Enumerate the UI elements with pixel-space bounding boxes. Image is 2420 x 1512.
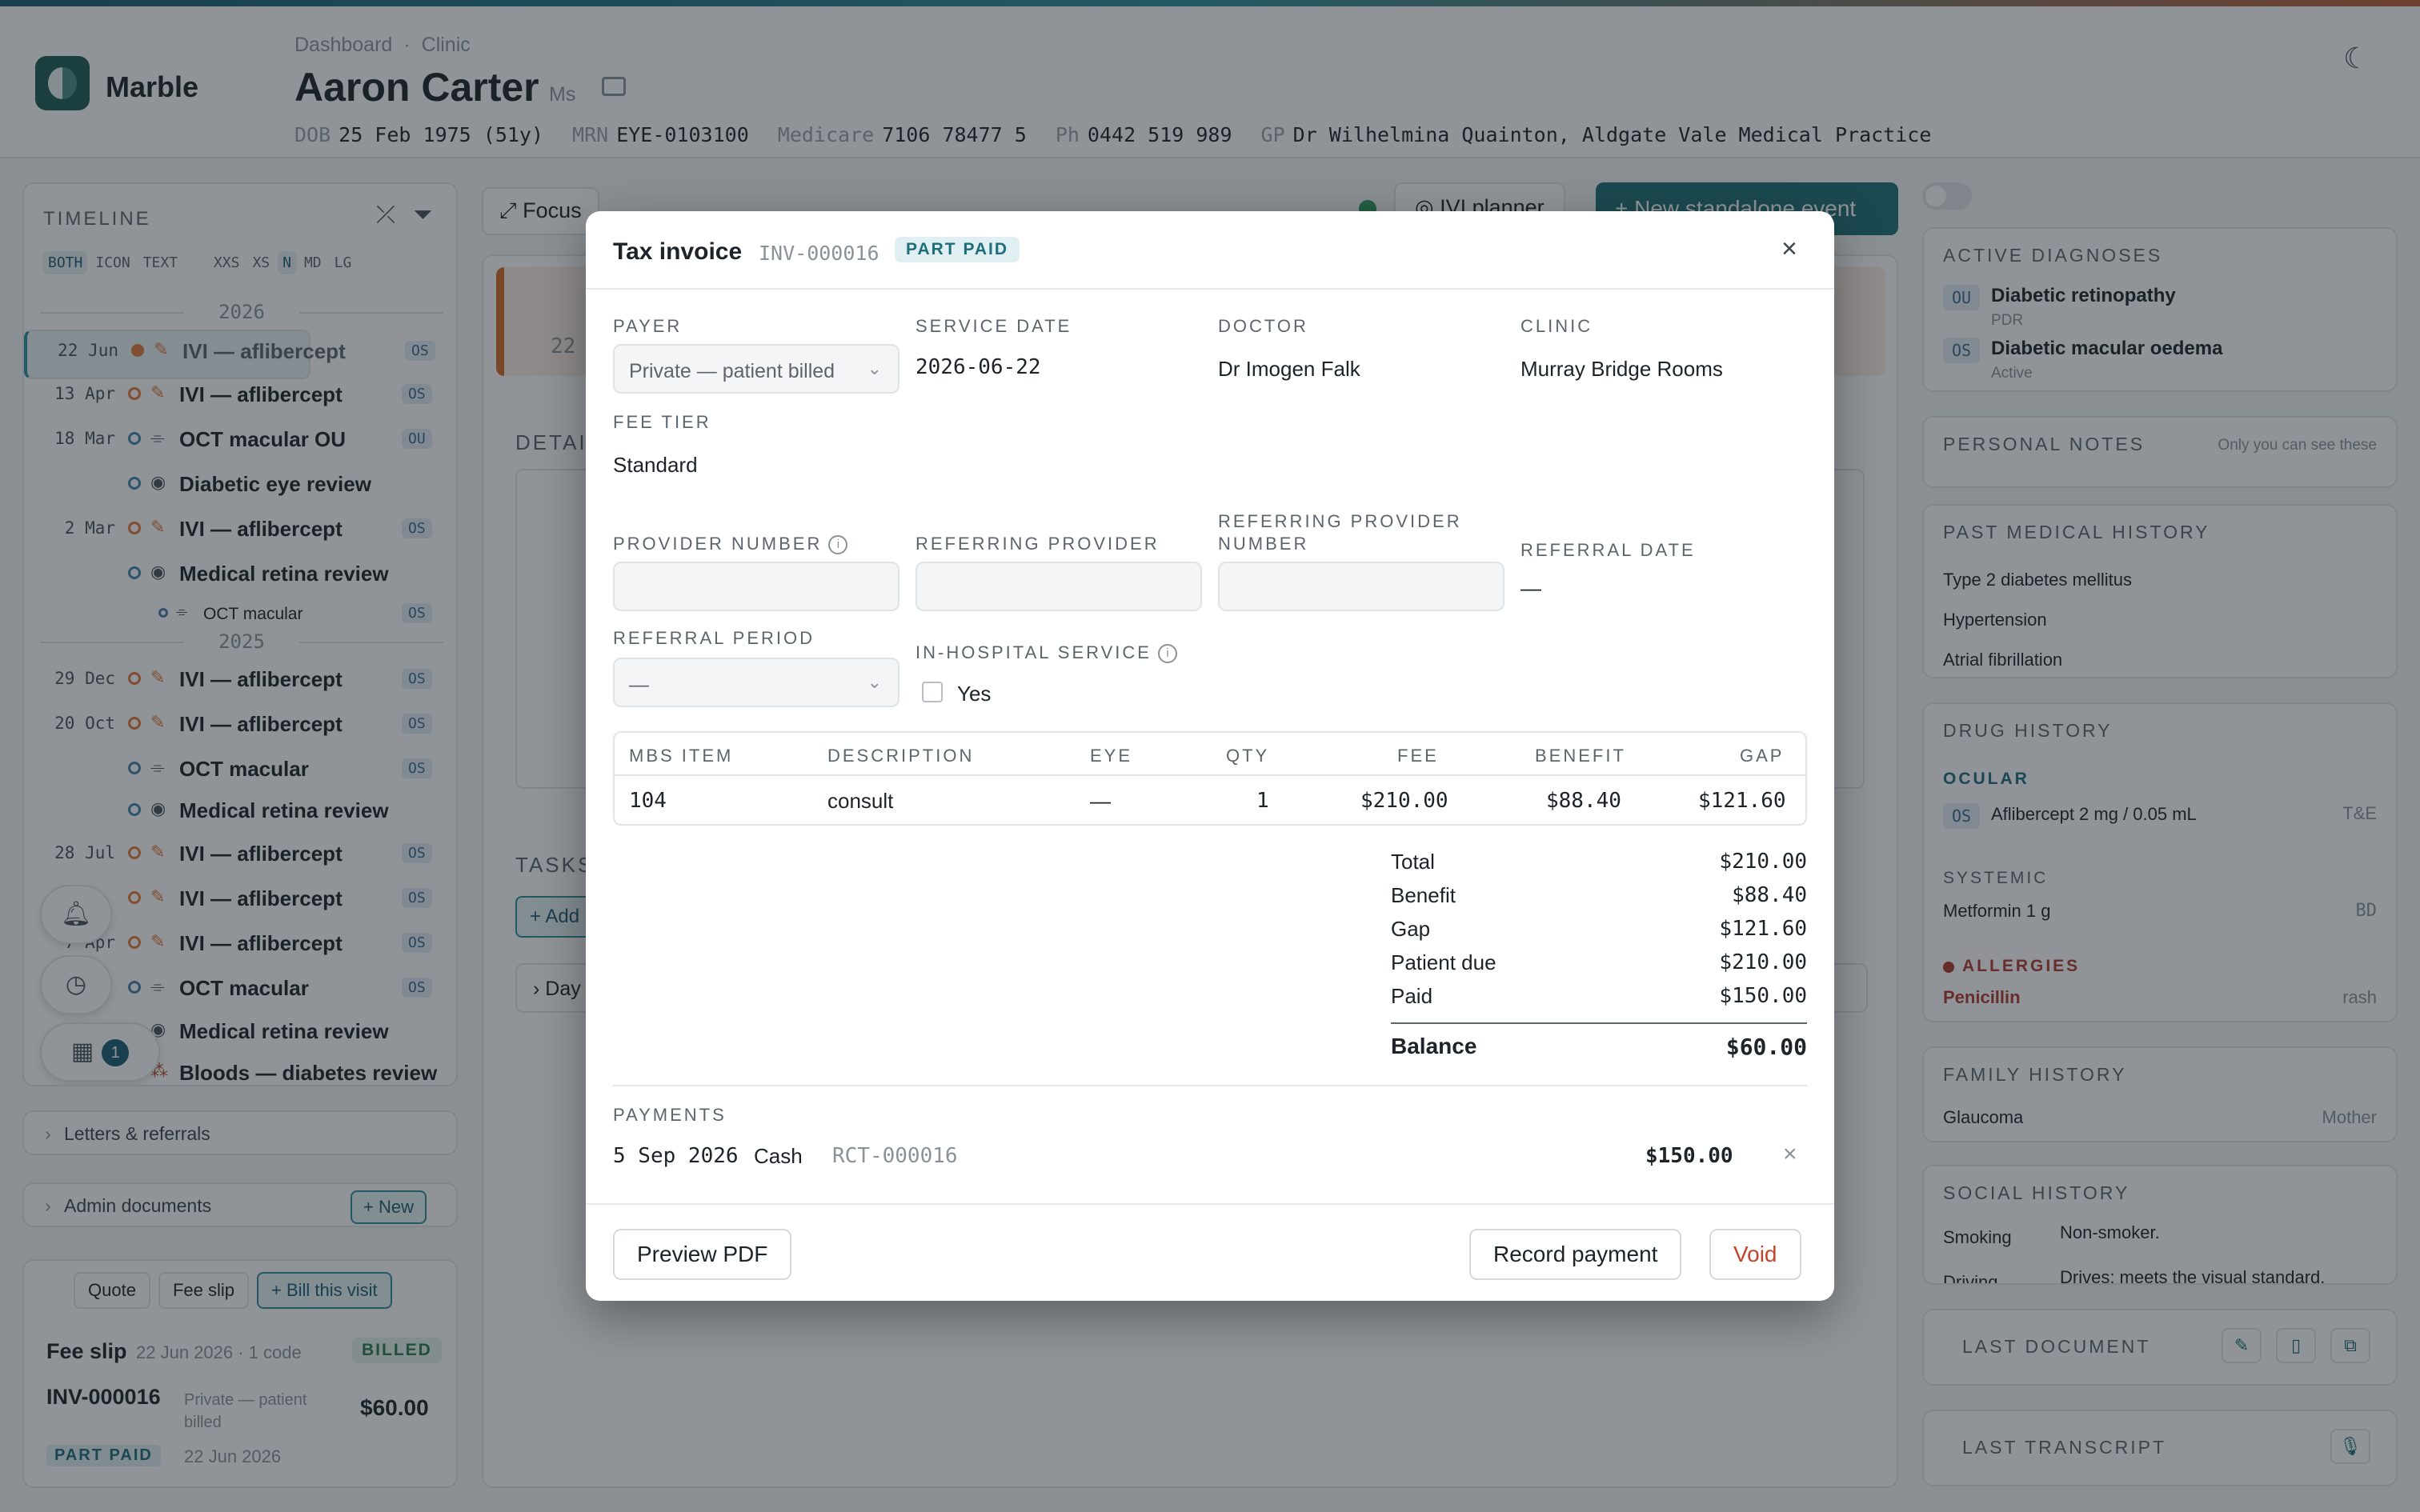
eye-cell: — bbox=[1090, 789, 1111, 813]
summary-divider bbox=[1391, 1022, 1807, 1024]
payments-divider bbox=[613, 1085, 1807, 1086]
column-header: FEE bbox=[1397, 746, 1439, 766]
in-hospital-checkbox[interactable] bbox=[922, 682, 943, 702]
info-icon[interactable]: i bbox=[828, 535, 848, 555]
provider-number-label-text: PROVIDER NUMBER bbox=[613, 534, 823, 554]
mbs-item-cell: 104 bbox=[629, 789, 667, 813]
balance-value: $60.00 bbox=[1725, 1034, 1807, 1060]
column-header: BENEFIT bbox=[1535, 746, 1626, 766]
summary-label: Benefit bbox=[1391, 883, 1456, 907]
summary-value: $88.40 bbox=[1732, 883, 1807, 907]
table-header: MBS ITEM DESCRIPTION EYE QTY FEE BENEFIT… bbox=[615, 733, 1805, 776]
invoice-number: INV-000016 bbox=[759, 242, 879, 265]
clinic-value: Murray Bridge Rooms bbox=[1521, 357, 1723, 381]
provider-number-input[interactable] bbox=[613, 562, 899, 611]
payment-row: 5 Sep 2026 Cash RCT-000016 $150.00 × bbox=[613, 1141, 1807, 1176]
summary-label: Paid bbox=[1391, 984, 1433, 1008]
qty-cell: 1 bbox=[1256, 789, 1269, 813]
payment-date: 5 Sep 2026 bbox=[613, 1144, 739, 1168]
referral-period-label: REFERRAL PERIOD bbox=[613, 628, 815, 648]
preview-pdf-button[interactable]: Preview PDF bbox=[613, 1229, 792, 1280]
doctor-value: Dr Imogen Falk bbox=[1218, 357, 1360, 381]
payer-value: Private — patient billed bbox=[629, 360, 835, 382]
service-date-value: 2026-06-22 bbox=[916, 355, 1041, 379]
summary-value: $121.60 bbox=[1719, 917, 1807, 941]
record-payment-button[interactable]: Record payment bbox=[1469, 1229, 1682, 1280]
summary-label: Total bbox=[1391, 850, 1435, 874]
summary-label: Gap bbox=[1391, 917, 1431, 941]
balance-label: Balance bbox=[1391, 1034, 1477, 1058]
service-date-label: SERVICE DATE bbox=[916, 316, 1072, 336]
dialog-header: Tax invoice INV-000016 PART PAID × bbox=[586, 211, 1834, 290]
column-header: GAP bbox=[1740, 746, 1785, 766]
benefit-cell: $88.40 bbox=[1546, 789, 1621, 813]
referring-provider-label: REFERRING PROVIDER bbox=[916, 534, 1160, 554]
referral-period-value: — bbox=[629, 674, 649, 696]
tax-invoice-dialog: Tax invoice INV-000016 PART PAID × PAYER… bbox=[586, 211, 1834, 1301]
referring-provider-number-input[interactable] bbox=[1218, 562, 1504, 611]
referral-date-label: REFERRAL DATE bbox=[1521, 540, 1696, 560]
column-header: DESCRIPTION bbox=[827, 746, 975, 766]
info-icon[interactable]: i bbox=[1157, 644, 1177, 664]
fee-tier-value: Standard bbox=[613, 453, 698, 477]
dialog-title: Tax invoice bbox=[613, 238, 743, 265]
column-header: EYE bbox=[1090, 746, 1133, 766]
description-cell: consult bbox=[827, 789, 894, 813]
void-button[interactable]: Void bbox=[1709, 1229, 1801, 1280]
remove-payment-icon[interactable]: × bbox=[1783, 1141, 1797, 1168]
referring-provider-input[interactable] bbox=[916, 562, 1202, 611]
in-hospital-service-label: IN-HOSPITAL SERVICE i bbox=[916, 642, 1177, 664]
summary-label: Patient due bbox=[1391, 950, 1496, 974]
clinic-label: CLINIC bbox=[1521, 316, 1593, 336]
payment-method: Cash bbox=[754, 1144, 803, 1168]
invoice-status-badge: PART PAID bbox=[895, 237, 1020, 262]
chevron-down-icon: ⌄ bbox=[867, 358, 882, 378]
mbs-items-table: MBS ITEM DESCRIPTION EYE QTY FEE BENEFIT… bbox=[613, 731, 1807, 826]
summary-value: $210.00 bbox=[1719, 850, 1807, 874]
in-hospital-service-label-text: IN-HOSPITAL SERVICE bbox=[916, 642, 1152, 662]
chevron-down-icon: ⌄ bbox=[867, 672, 882, 692]
provider-number-label: PROVIDER NUMBER i bbox=[613, 533, 848, 555]
summary-value: $210.00 bbox=[1719, 950, 1807, 974]
referral-period-select[interactable]: — ⌄ bbox=[613, 658, 899, 707]
payment-amount: $150.00 bbox=[1645, 1144, 1733, 1168]
referring-provider-number-label-line-1: REFERRING PROVIDER bbox=[1218, 511, 1462, 531]
fee-cell: $210.00 bbox=[1360, 789, 1448, 813]
fee-tier-label: FEE TIER bbox=[613, 412, 711, 432]
payment-receipt: RCT-000016 bbox=[832, 1144, 958, 1168]
dialog-footer: Preview PDF Record payment Void bbox=[586, 1203, 1834, 1301]
referral-date-value[interactable]: — bbox=[1521, 576, 1541, 601]
column-header: MBS ITEM bbox=[629, 746, 734, 766]
in-hospital-option-label[interactable]: Yes bbox=[957, 682, 991, 706]
payer-label: PAYER bbox=[613, 316, 683, 336]
summary-value: $150.00 bbox=[1719, 984, 1807, 1008]
payer-select[interactable]: Private — patient billed ⌄ bbox=[613, 344, 899, 394]
column-header: QTY bbox=[1226, 746, 1270, 766]
doctor-label: DOCTOR bbox=[1218, 316, 1308, 336]
gap-cell: $121.60 bbox=[1698, 789, 1786, 813]
referring-provider-number-label-line-2: NUMBER bbox=[1218, 534, 1309, 554]
close-icon[interactable]: × bbox=[1781, 234, 1797, 265]
payments-label: PAYMENTS bbox=[613, 1105, 727, 1125]
referring-provider-number-label: REFERRING PROVIDER NUMBER bbox=[1218, 510, 1462, 555]
